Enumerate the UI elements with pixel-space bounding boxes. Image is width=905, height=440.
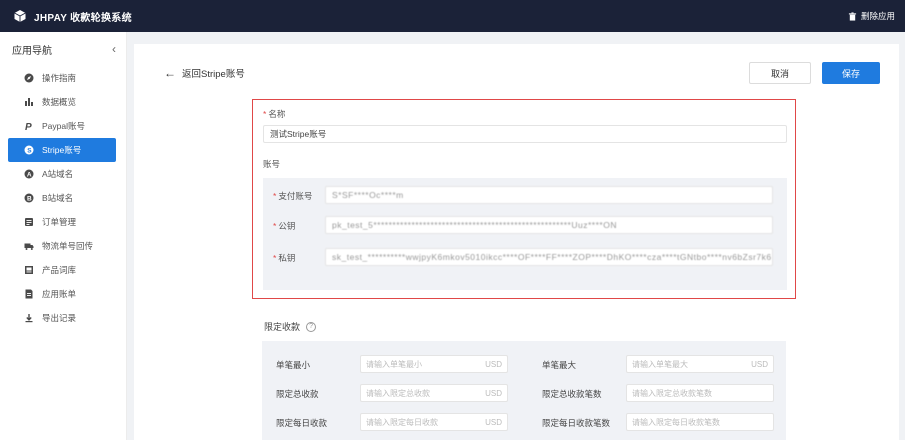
sidebar-item-label: A站域名	[42, 169, 74, 179]
sidebar-title: 应用导航	[12, 45, 52, 57]
list-icon	[24, 217, 34, 227]
svg-text:A: A	[27, 172, 32, 179]
limit-label: 限定总收款	[276, 389, 319, 399]
limit-placeholder: 请输入限定每日收款笔数	[632, 417, 720, 427]
limit-input[interactable]: 请输入单笔最小 USD	[360, 355, 508, 373]
a-circle-icon: A	[24, 169, 34, 179]
currency-suffix: USD	[485, 417, 502, 427]
delete-app-button[interactable]: 删除应用	[848, 0, 895, 32]
name-input[interactable]: 测试Stripe账号	[263, 125, 787, 143]
svg-text:B: B	[27, 196, 32, 203]
app-logo-icon	[14, 10, 26, 22]
sidebar-item-label: B站域名	[42, 193, 74, 203]
sidebar-item-4[interactable]: A A站域名	[8, 162, 116, 186]
save-button[interactable]: 保存	[822, 62, 880, 84]
form-card: ← 返回Stripe账号 取消 保存 * 名称 测试Stripe账号 账号 * 支付…	[134, 44, 899, 440]
currency-suffix: USD	[485, 359, 502, 369]
sidebar-header: 应用导航 ‹	[0, 32, 126, 66]
sidebar-item-8[interactable]: 产品词库	[8, 258, 116, 282]
download-icon	[24, 313, 34, 323]
back-link-label: 返回Stripe账号	[182, 69, 245, 80]
currency-suffix: USD	[485, 388, 502, 398]
limit-placeholder: 请输入限定总收款笔数	[632, 388, 712, 398]
limit-placeholder: 请输入单笔最小	[366, 359, 422, 369]
sidebar-nav: 操作指南数据概览 P Paypal账号 S Stripe账号 A A站域名 B B站域名订单管理…	[0, 66, 126, 330]
svg-text:P: P	[25, 122, 32, 131]
public-key-label: * 公钥	[273, 221, 296, 231]
account-section-title: 账号	[263, 159, 281, 169]
limit-input[interactable]: 请输入限定总收款 USD	[360, 384, 508, 402]
sidebar-item-label: 操作指南	[42, 73, 77, 83]
limits-section-title: 限定收款 ?	[264, 320, 317, 333]
limit-label: 限定每日收款笔数	[542, 418, 611, 428]
limit-input[interactable]: 请输入限定每日收款笔数	[626, 413, 774, 431]
arrow-left-icon: ←	[164, 66, 176, 80]
limit-label: 单笔最小	[276, 360, 311, 370]
limit-label: 限定每日收款	[276, 418, 328, 428]
limits-panel: 单笔最小 请输入单笔最小 USD 单笔最大 请输入单笔最大 USD 限定总收款 请输入限定总收…	[262, 341, 786, 440]
limit-label: 单笔最大	[542, 360, 577, 370]
main-content: ← 返回Stripe账号 取消 保存 * 名称 测试Stripe账号 账号 * 支付…	[128, 32, 905, 440]
truck-icon	[24, 241, 34, 251]
sidebar: 应用导航 ‹ 操作指南 数据概览 P Paypal账号 S Stripe账号 A A站域名 B B…	[0, 32, 127, 440]
stripe-icon: S	[24, 145, 34, 155]
limit-input[interactable]: 请输入限定每日收款 USD	[360, 413, 508, 431]
sidebar-item-label: 数据概览	[42, 97, 77, 107]
limit-placeholder: 请输入限定总收款	[366, 388, 430, 398]
sidebar-item-10[interactable]: 导出记录	[8, 306, 116, 330]
sidebar-item-0[interactable]: 操作指南	[8, 66, 116, 90]
pay-account-input[interactable]: S*SF****Oc****m	[325, 186, 773, 204]
cancel-button[interactable]: 取消	[749, 62, 811, 84]
compass-icon	[24, 73, 34, 83]
sidebar-item-label: 物流单号回传	[42, 241, 94, 251]
sidebar-item-label: Paypal账号	[42, 121, 85, 131]
limit-input[interactable]: 请输入单笔最大 USD	[626, 355, 774, 373]
account-panel: * 支付账号 S*SF****Oc****m * 公钥 pk_test_5*****…	[263, 178, 787, 290]
sidebar-item-6[interactable]: 订单管理	[8, 210, 116, 234]
delete-app-label: 删除应用	[860, 11, 895, 21]
public-key-input[interactable]: pk_test_5*******************************…	[325, 216, 773, 234]
sidebar-item-label: 导出记录	[42, 313, 77, 323]
paypal-icon: P	[24, 121, 34, 131]
limit-input[interactable]: 请输入限定总收款笔数	[626, 384, 774, 402]
sidebar-item-2[interactable]: P Paypal账号	[8, 114, 116, 138]
svg-text:S: S	[27, 148, 32, 155]
required-mark: *	[263, 109, 267, 119]
pay-account-label: * 支付账号	[273, 191, 313, 201]
help-icon[interactable]: ?	[306, 321, 317, 332]
trash-icon	[848, 11, 857, 21]
limit-label: 限定总收款笔数	[542, 389, 602, 399]
private-key-label: * 私钥	[273, 253, 296, 263]
private-key-input[interactable]: sk_test_**********wwjpyK6mkov5010ikcc***…	[325, 248, 773, 266]
sidebar-item-label: 订单管理	[42, 217, 77, 227]
b-circle-icon: B	[24, 193, 34, 203]
sidebar-item-label: Stripe账号	[42, 145, 82, 155]
sidebar-item-5[interactable]: B B站域名	[8, 186, 116, 210]
top-bar: JHPAY 收款轮换系统 删除应用	[0, 0, 905, 32]
sidebar-item-9[interactable]: 应用账单	[8, 282, 116, 306]
limit-placeholder: 请输入单笔最大	[632, 359, 688, 369]
collapse-sidebar-icon[interactable]: ‹	[112, 42, 116, 56]
sidebar-item-7[interactable]: 物流单号回传	[8, 234, 116, 258]
app-title: JHPAY 收款轮换系统	[34, 12, 132, 24]
highlight-frame: * 名称 测试Stripe账号 账号 * 支付账号 S*SF****Oc****m …	[252, 99, 796, 299]
sidebar-item-label: 应用账单	[42, 289, 77, 299]
back-link[interactable]: ← 返回Stripe账号	[164, 66, 245, 80]
currency-suffix: USD	[751, 359, 768, 369]
sidebar-item-label: 产品词库	[42, 265, 77, 275]
name-label: * 名称	[263, 109, 286, 119]
limit-placeholder: 请输入限定每日收款	[366, 417, 438, 427]
bar-chart-icon	[24, 97, 34, 107]
dictionary-icon	[24, 265, 34, 275]
bill-icon	[24, 289, 34, 299]
sidebar-item-3[interactable]: S Stripe账号	[8, 138, 116, 162]
sidebar-item-1[interactable]: 数据概览	[8, 90, 116, 114]
